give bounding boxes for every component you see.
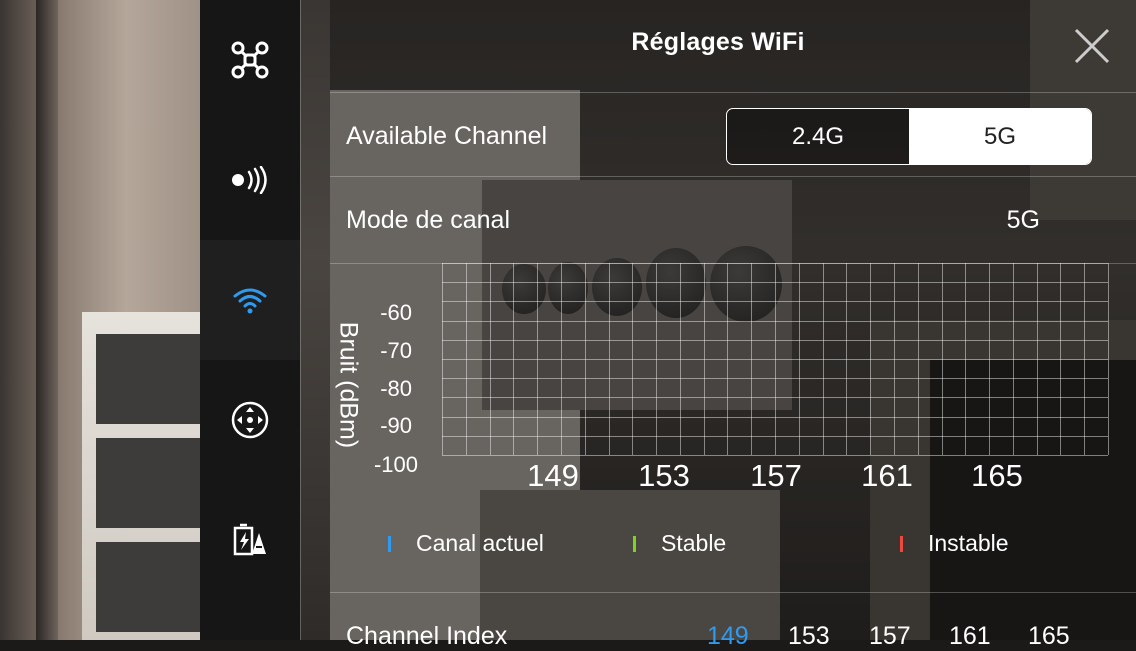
available-channel-label: Available Channel — [346, 122, 548, 150]
wifi-icon — [233, 288, 267, 314]
channel-index-option[interactable]: 157 — [869, 622, 911, 651]
y-axis-label: Bruit (dBm) — [334, 321, 363, 449]
x-tick: 157 — [750, 458, 802, 493]
legend-stable: Stable — [633, 530, 726, 557]
sidebar-item-gimbal[interactable] — [200, 360, 300, 480]
drone-icon — [231, 41, 269, 79]
sidebar-item-remote[interactable] — [200, 120, 300, 240]
y-tick: -70 — [380, 338, 412, 363]
channel-index-option[interactable]: 165 — [1028, 622, 1070, 651]
channel-band-selector: 2.4G 5G — [726, 108, 1092, 165]
legend-swatch — [900, 535, 903, 552]
channel-mode-label: Mode de canal — [346, 206, 511, 234]
y-tick: -80 — [380, 376, 412, 401]
battery-icon — [233, 523, 266, 556]
legend-unstable: Instable — [900, 530, 1009, 557]
legend-current-channel: Canal actuel — [388, 530, 544, 557]
channel-index-option[interactable]: 153 — [788, 622, 830, 651]
channel-index-label: Channel Index — [346, 622, 508, 650]
x-tick: 161 — [861, 458, 913, 493]
channel-mode-value: 5G — [1006, 206, 1040, 234]
sidebar-item-aircraft[interactable] — [200, 0, 300, 120]
signal-icon — [232, 166, 267, 194]
legend-swatch — [633, 535, 636, 552]
chart-grid — [442, 263, 1109, 456]
channel-index-option[interactable]: 161 — [949, 622, 991, 651]
y-tick: -90 — [380, 413, 412, 438]
band-option-2-4g[interactable]: 2.4G — [727, 109, 909, 164]
sidebar-item-wifi[interactable] — [200, 240, 300, 360]
settings-sidebar — [200, 0, 300, 640]
sidebar-item-battery[interactable] — [200, 480, 300, 600]
x-tick: 165 — [971, 458, 1023, 493]
close-icon[interactable] — [1072, 26, 1112, 66]
x-tick: 153 — [638, 458, 690, 493]
y-tick: -60 — [380, 300, 412, 325]
band-option-5g[interactable]: 5G — [909, 109, 1091, 164]
page-title: Réglages WiFi — [631, 28, 805, 56]
x-tick: 149 — [527, 458, 579, 493]
gimbal-icon — [231, 401, 269, 439]
y-tick: -100 — [373, 452, 418, 477]
legend-swatch — [388, 535, 391, 552]
channel-index-option[interactable]: 149 — [707, 622, 749, 651]
